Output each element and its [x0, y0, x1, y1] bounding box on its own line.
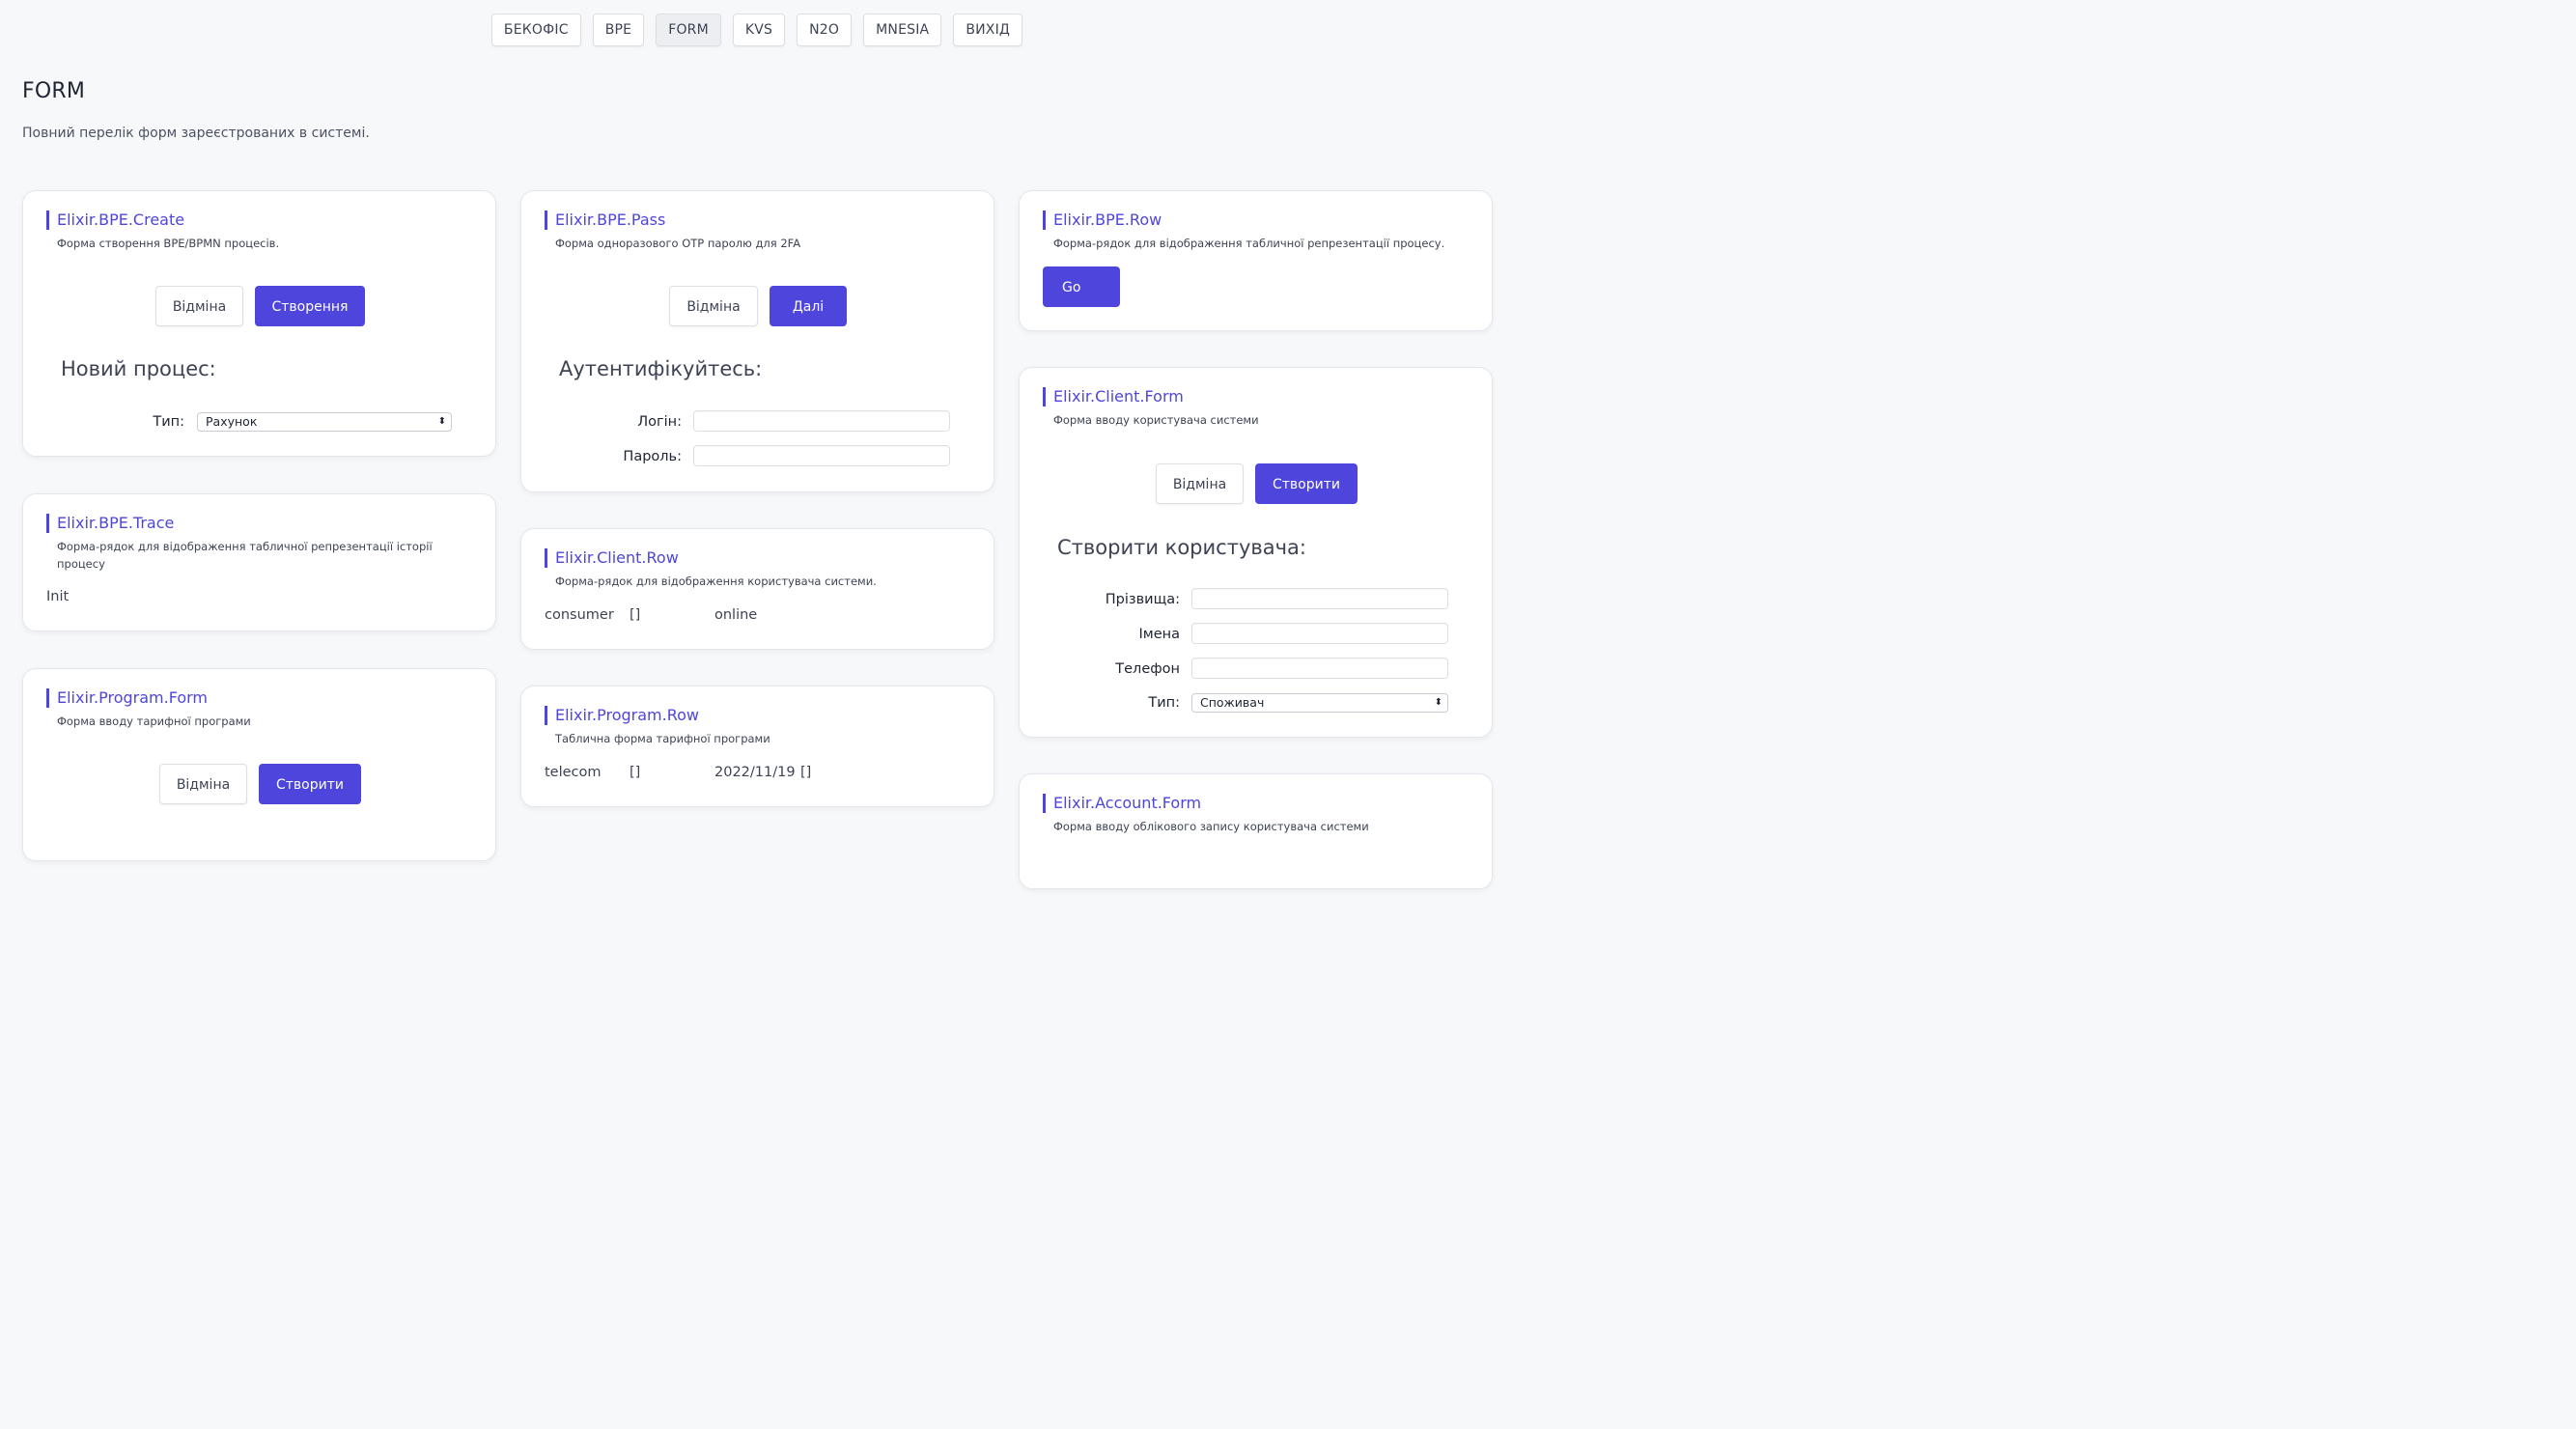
row-cell-list: []: [630, 607, 641, 623]
create-button[interactable]: Створення: [255, 286, 365, 326]
tab-n2o[interactable]: N2O: [797, 14, 853, 46]
card-bpe-row: Elixir.BPE.Row Форма-рядок для відображе…: [1019, 190, 1493, 331]
chevron-updown-icon: ⬍: [1434, 697, 1442, 708]
top-nav: БЕКОФІС BPE FORM KVS N2O MNESIA ВИХІД: [0, 14, 1514, 46]
go-button[interactable]: Go: [1043, 266, 1120, 307]
tab-mnesia[interactable]: MNESIA: [863, 14, 942, 46]
tab-backoffice[interactable]: БЕКОФІС: [490, 14, 581, 46]
type-select-value: Споживач: [1200, 695, 1265, 710]
card-client-row: Elixir.Client.Row Форма-рядок для відобр…: [520, 528, 994, 650]
card-bpe-pass: Elixir.BPE.Pass Форма одноразового OTP п…: [520, 190, 994, 492]
type-select-value: Рахунок: [206, 414, 258, 429]
card-account-form: Elixir.Account.Form Форма вводу обліково…: [1019, 773, 1493, 889]
cancel-button[interactable]: Відміна: [159, 764, 247, 804]
login-label: Логін:: [637, 414, 682, 430]
card-subtitle: Форма-рядок для відображення табличної р…: [1053, 237, 1445, 250]
type-select[interactable]: Рахунок ⬍: [197, 412, 452, 432]
next-button[interactable]: Далі: [770, 286, 847, 326]
card-bpe-create: Elixir.BPE.Create Форма створення BPE/BP…: [22, 190, 496, 457]
row-cell-name: telecom: [545, 765, 602, 780]
tab-bpe[interactable]: BPE: [592, 14, 645, 46]
card-subtitle: Форма вводу облікового запису користувач…: [1053, 820, 1369, 833]
card-title[interactable]: Elixir.BPE.Create: [46, 210, 184, 230]
card-subtitle-line1: Форма-рядок для відображення табличної р…: [57, 540, 433, 553]
card-title[interactable]: Elixir.BPE.Trace: [46, 514, 174, 533]
card-title[interactable]: Elixir.Client.Form: [1043, 387, 1184, 406]
names-input[interactable]: [1191, 623, 1448, 644]
type-select[interactable]: Споживач ⬍: [1191, 693, 1448, 713]
card-subtitle: Таблична форма тарифної програми: [555, 732, 770, 745]
card-bpe-trace: Elixir.BPE.Trace Форма-рядок для відобра…: [22, 493, 496, 631]
card-title[interactable]: Elixir.Account.Form: [1043, 794, 1201, 813]
password-label: Пароль:: [623, 449, 682, 464]
surname-input[interactable]: [1191, 588, 1448, 609]
surname-label: Прізвища:: [1105, 592, 1180, 607]
row-cell-date: 2022/11/19: [714, 765, 796, 780]
card-subtitle: Форма створення BPE/BPMN процесів.: [57, 237, 280, 250]
create-button[interactable]: Створити: [1255, 463, 1358, 504]
card-subtitle: Форма вводу користувача системи: [1053, 413, 1259, 427]
form-heading: Новий процес:: [61, 357, 216, 380]
tab-form[interactable]: FORM: [656, 14, 721, 46]
create-button[interactable]: Створити: [259, 764, 361, 804]
card-client-form: Elixir.Client.Form Форма вводу користува…: [1019, 367, 1493, 738]
card-title[interactable]: Elixir.BPE.Pass: [545, 210, 665, 230]
card-subtitle: Форма вводу тарифної програми: [57, 714, 251, 728]
login-input[interactable]: [693, 410, 950, 432]
cancel-button[interactable]: Відміна: [155, 286, 243, 326]
tab-kvs[interactable]: KVS: [732, 14, 786, 46]
card-subtitle: Форма-рядок для відображення користувача…: [555, 574, 877, 588]
page-description: Повний перелік форм зареєстрованих в сис…: [22, 126, 370, 141]
phone-input[interactable]: [1191, 658, 1448, 679]
type-label: Тип:: [153, 414, 184, 430]
row-cell-status: online: [714, 607, 758, 623]
card-subtitle: Форма одноразового OTP паролю для 2FA: [555, 237, 801, 250]
card-title[interactable]: Elixir.Program.Row: [545, 706, 699, 725]
card-program-form: Elixir.Program.Form Форма вводу тарифної…: [22, 668, 496, 861]
card-title[interactable]: Elixir.Program.Form: [46, 688, 208, 708]
cancel-button[interactable]: Відміна: [1156, 463, 1244, 504]
type-label: Тип:: [1148, 695, 1180, 711]
phone-label: Телефон: [1115, 661, 1180, 677]
tab-logout[interactable]: ВИХІД: [953, 14, 1023, 46]
form-heading: Аутентифікуйтесь:: [559, 357, 763, 380]
cancel-button[interactable]: Відміна: [669, 286, 758, 326]
row-cell-list: []: [630, 765, 641, 780]
row-cell-type: consumer: [545, 607, 614, 623]
password-input[interactable]: [693, 445, 950, 466]
card-subtitle-line2: процесу: [57, 557, 105, 571]
chevron-updown-icon: ⬍: [437, 416, 446, 427]
form-heading: Створити користувача:: [1057, 536, 1306, 559]
card-title[interactable]: Elixir.BPE.Row: [1043, 210, 1162, 230]
page-title: FORM: [22, 79, 86, 103]
card-title[interactable]: Elixir.Client.Row: [545, 548, 679, 568]
card-program-row: Elixir.Program.Row Таблична форма тарифн…: [520, 686, 994, 807]
row-cell-list-2: []: [800, 765, 812, 780]
names-label: Імена: [1138, 627, 1180, 642]
trace-value: Init: [46, 589, 70, 604]
